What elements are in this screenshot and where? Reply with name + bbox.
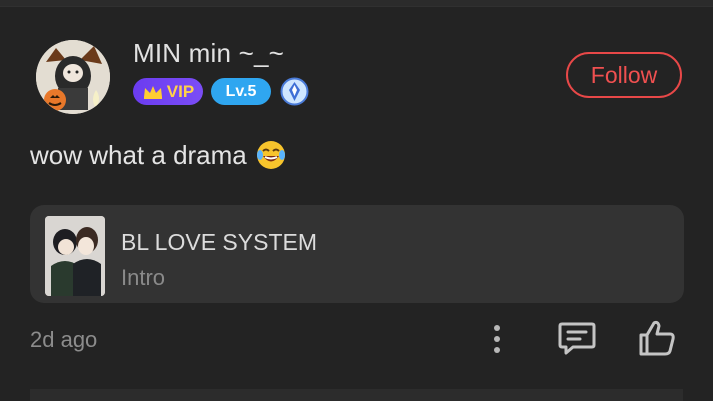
vip-badge: VIP [133,78,203,105]
book-card[interactable]: BL LOVE SYSTEM Intro [30,205,684,303]
thumbs-up-icon[interactable] [636,318,678,358]
book-title: BL LOVE SYSTEM [121,229,317,255]
username[interactable]: MIN min ~_~ [133,38,284,69]
top-divider [0,0,713,7]
halloween-avatar-icon [36,40,110,114]
bottom-divider [30,389,683,401]
diamond-rank-icon [280,77,309,106]
two-characters-cover-icon [45,216,105,296]
book-cover [45,216,105,296]
vertical-dots-icon[interactable] [484,320,510,358]
comment-timestamp: 2d ago [30,327,98,352]
comment-body: wow what a drama [30,139,287,171]
level-badge: Lv.5 [211,78,271,105]
book-subtitle: Intro [121,265,166,290]
vip-label: VIP [166,81,195,101]
follow-button[interactable]: Follow [566,52,682,98]
crown-icon [143,85,162,99]
comment-text: wow what a drama [30,139,247,170]
laughing-emoji-icon [256,141,285,169]
user-avatar[interactable] [36,40,110,114]
comment-bubble-icon[interactable] [556,318,598,358]
